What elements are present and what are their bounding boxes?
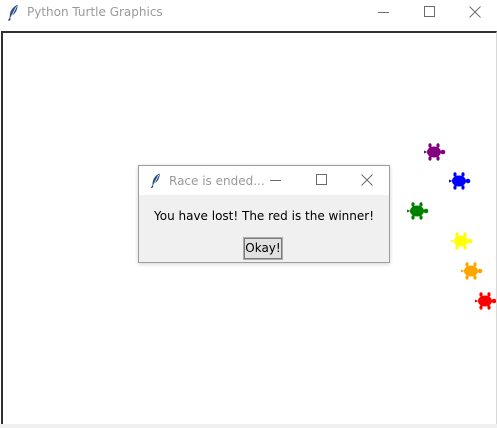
maximize-icon <box>424 6 435 17</box>
close-button[interactable] <box>452 0 497 25</box>
minimize-icon <box>270 180 281 181</box>
red-turtle <box>475 292 496 310</box>
window-title: Python Turtle Graphics <box>27 5 163 19</box>
dialog-minimize-button[interactable] <box>253 166 298 195</box>
blue-turtle <box>449 172 471 190</box>
maximize-button[interactable] <box>407 0 452 25</box>
feather-icon <box>150 173 160 189</box>
green-turtle <box>407 202 429 220</box>
dialog-maximize-button[interactable] <box>299 166 344 195</box>
minimize-button[interactable] <box>361 0 406 25</box>
minimize-icon <box>378 12 389 13</box>
dialog-message: You have lost! The red is the winner! <box>153 209 375 223</box>
race-ended-dialog: Race is ended... You have lost! The red … <box>138 165 390 263</box>
turtle-graphics-window: Python Turtle Graphics Race is ended... … <box>0 0 497 428</box>
orange-turtle <box>461 262 483 280</box>
dialog-title: Race is ended... <box>169 174 265 188</box>
feather-icon <box>8 4 18 21</box>
dialog-close-button[interactable] <box>344 166 389 195</box>
maximize-icon <box>316 174 327 185</box>
okay-button[interactable]: Okay! <box>243 237 283 260</box>
close-icon <box>361 174 373 186</box>
window-titlebar[interactable]: Python Turtle Graphics <box>0 0 497 26</box>
close-icon <box>469 6 481 18</box>
purple-turtle <box>424 143 446 161</box>
dialog-titlebar[interactable]: Race is ended... <box>139 166 389 195</box>
window-bottom-edge <box>0 424 497 428</box>
yellow-turtle <box>451 232 473 250</box>
